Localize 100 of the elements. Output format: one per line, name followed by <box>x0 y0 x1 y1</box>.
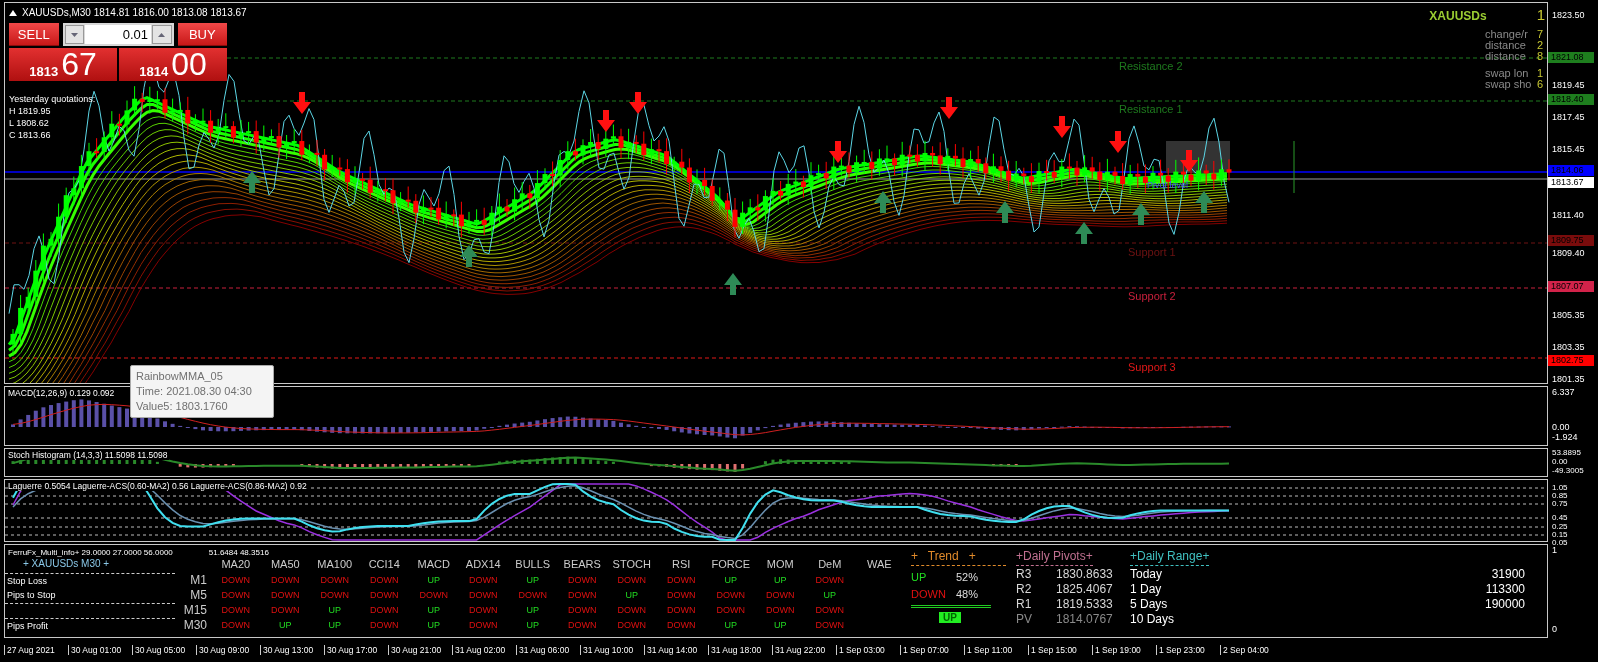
signal-cell-text: DOWN <box>814 604 845 617</box>
indicator-label: Laguerre 0.5054 Laguerre-ACS(0.60-MA2) 0.56 Laguerre-ACS(0.86-MA2) 0.92 <box>8 481 309 491</box>
level-label: Support 1 <box>1128 246 1176 258</box>
range-value: 190000 <box>1484 597 1525 611</box>
pivot-value: 1830.8633 <box>1056 567 1113 581</box>
trend-value: 52% <box>956 571 979 583</box>
signal-cell-text: DOWN <box>765 589 796 602</box>
panel-title: FerruFx_Multi_info+ 29.0000 27.0000 56.0000 <box>8 548 173 557</box>
price-marker: 1821.08 <box>1548 51 1594 63</box>
signal-cell-text: UP <box>723 619 738 632</box>
axis-label: 6.337 <box>1552 387 1575 398</box>
time-label: 31 Aug 14:00 <box>644 645 708 655</box>
signal-cell-text: DOWN <box>319 574 350 587</box>
price-figure: 1814 <box>139 64 169 80</box>
time-label: 1 Sep 15:00 <box>1028 645 1092 655</box>
signal-cell-text: DOWN <box>369 619 400 632</box>
column-header: ADX14 <box>464 558 502 572</box>
column-header: MOM <box>765 558 795 572</box>
signal-cell-text: DOWN <box>517 589 548 602</box>
trend-badge: UP <box>939 612 961 623</box>
tooltip-text: RainbowMMA_05 <box>136 369 224 384</box>
pivot-label: R1 <box>1016 597 1033 611</box>
range-value: 113300 <box>1485 582 1525 596</box>
time-label: 30 Aug 05:00 <box>132 645 196 655</box>
column-header: BULLS <box>514 558 552 572</box>
info-label: swap lon <box>1485 68 1530 79</box>
axis-label: 53.8895 <box>1552 448 1581 457</box>
price-marker: 1809.75 <box>1548 234 1594 246</box>
time-label: 30 Aug 01:00 <box>68 645 132 655</box>
symbol-label: XAUUSDs <box>1429 9 1487 23</box>
level-label: Resistance 2 <box>1119 60 1183 72</box>
info-value: 7 <box>1537 29 1545 40</box>
price-marker: 1813.67 <box>1548 176 1594 188</box>
axis-label: 1811.40 <box>1552 209 1584 221</box>
info-value: 2 <box>1537 40 1545 51</box>
signal-cell-text: DOWN <box>418 589 449 602</box>
pivot-label: R3 <box>1016 567 1033 581</box>
quote-text: C 1813.66 <box>9 129 52 141</box>
level-label: Support 3 <box>1128 361 1176 373</box>
time-label: 31 Aug 22:00 <box>772 645 836 655</box>
range-label: 1 Day <box>1130 582 1162 596</box>
signal-cell-text: DOWN <box>369 589 400 602</box>
signal-cell-text: UP <box>327 604 342 617</box>
price-pips: 00 <box>171 48 207 80</box>
column-header: MA50 <box>269 558 301 572</box>
signal-cell-text: UP <box>624 589 639 602</box>
axis-label: 0.85 <box>1552 491 1568 500</box>
signal-cell-text: UP <box>426 619 441 632</box>
tooltip-text: Value5: 1803.1760 <box>136 399 229 414</box>
trend-label: DOWN <box>911 588 947 600</box>
signal-cell-text: UP <box>525 574 540 587</box>
time-label: 1 Sep 11:00 <box>964 645 1028 655</box>
signal-cell-text: DOWN <box>369 604 400 617</box>
column-header: STOCH <box>611 558 652 572</box>
signal-cell-text: UP <box>525 604 540 617</box>
price-marker: 1818.40 <box>1548 93 1594 105</box>
info-label: change/r <box>1485 29 1529 40</box>
pivot-label: R2 <box>1016 582 1033 596</box>
axis-label: -49.3005 <box>1552 466 1584 475</box>
sell-button[interactable]: SELL <box>9 23 59 46</box>
time-label: 27 Aug 2021 <box>4 645 68 655</box>
info-value: 8 <box>1537 51 1545 62</box>
signal-cell-text: DOWN <box>814 574 845 587</box>
column-header: DeM <box>817 558 843 572</box>
lot-size-field[interactable]: 0.01 <box>85 25 151 44</box>
bid-price[interactable]: 1813 67 <box>9 48 117 81</box>
time-label: 1 Sep 03:00 <box>836 645 900 655</box>
axis-label: 1801.35 <box>1552 373 1585 385</box>
column-header: CCI14 <box>367 558 401 572</box>
range-value: 31900 <box>1491 567 1525 581</box>
signal-cell-text: DOWN <box>666 574 697 587</box>
side-label: Stop Loss <box>5 573 175 588</box>
signal-cell-text: DOWN <box>567 619 598 632</box>
side-label: Pips Profit <box>5 618 175 633</box>
trend-label: UP <box>911 571 928 583</box>
signal-cell-text: DOWN <box>666 604 697 617</box>
signal-cell-text: DOWN <box>220 619 251 632</box>
signal-cell-text: DOWN <box>814 619 845 632</box>
time-label: 30 Aug 13:00 <box>260 645 324 655</box>
pivot-value: 1814.0767 <box>1056 612 1113 626</box>
axis-label: 1817.45 <box>1552 111 1585 123</box>
pivot-value: 1819.5333 <box>1056 597 1113 611</box>
signal-cell-text: UP <box>525 619 540 632</box>
buy-button[interactable]: BUY <box>177 23 227 46</box>
signal-cell-text: UP <box>278 619 293 632</box>
tooltip-text: Time: 2021.08.30 04:30 <box>136 384 253 399</box>
info-label: swap sho <box>1485 79 1533 90</box>
signal-cell-text: DOWN <box>468 574 499 587</box>
signal-cell-text: DOWN <box>616 604 647 617</box>
timeframe-label: M30 <box>182 618 208 633</box>
signal-cell-text: DOWN <box>616 619 647 632</box>
range-header: +Daily Range+ <box>1130 549 1210 566</box>
signal-cell-text: DOWN <box>715 589 746 602</box>
ask-price[interactable]: 1814 00 <box>119 48 227 81</box>
quote-text: Yesterday quotations: <box>9 93 96 105</box>
signal-cell-text: DOWN <box>468 619 499 632</box>
indicator-label: MACD(12,26,9) 0.129 0.092 <box>8 388 117 398</box>
signal-cell-text: DOWN <box>319 589 350 602</box>
time-label: 31 Aug 18:00 <box>708 645 772 655</box>
level-label: Resistance 1 <box>1119 103 1183 115</box>
